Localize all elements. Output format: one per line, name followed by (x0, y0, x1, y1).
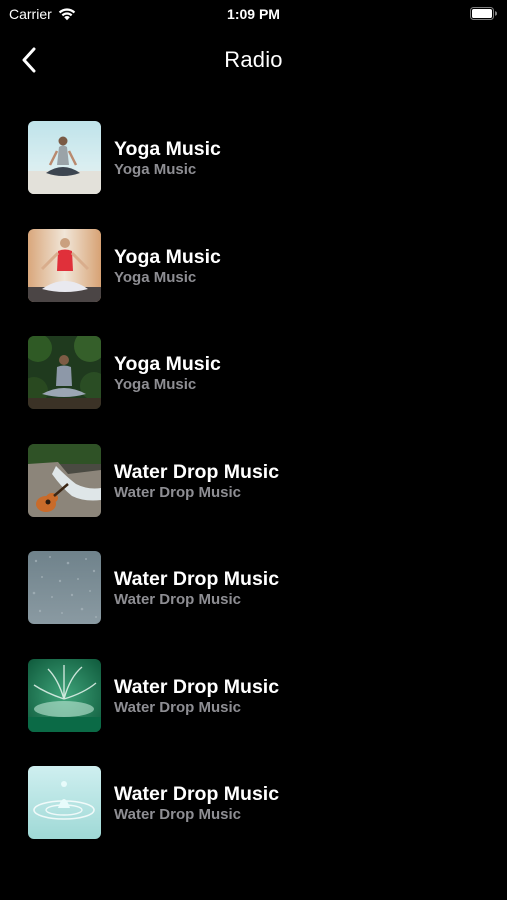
station-subtitle: Yoga Music (114, 268, 197, 286)
station-subtitle: Water Drop Music (114, 591, 241, 608)
station-thumbnail (28, 766, 101, 839)
station-text: Yoga Music Yoga Music (114, 245, 221, 287)
station-title: Yoga Music (114, 353, 221, 375)
station-text: Water Drop Music Water Drop Music (114, 782, 279, 824)
status-bar: Carrier 1:09 PM (0, 0, 507, 28)
station-item[interactable]: Water Drop Music Water Drop Music (0, 758, 507, 866)
rain-water-image (28, 551, 101, 624)
station-item[interactable]: Yoga Music Yoga Music (0, 113, 507, 221)
station-thumbnail (28, 551, 101, 624)
page-title: Radio (224, 47, 283, 72)
station-text: Water Drop Music Water Drop Music (114, 567, 279, 609)
station-title: Yoga Music (114, 245, 221, 268)
station-item[interactable]: Water Drop Music Water Drop Music (0, 651, 507, 759)
yoga-meditation-image (28, 336, 101, 409)
station-item[interactable]: Yoga Music Yoga Music (0, 221, 507, 329)
water-splash-image (28, 658, 101, 732)
station-title: Water Drop Music (114, 460, 280, 483)
stream-guitar-image (28, 443, 101, 517)
station-title: Yoga Music (114, 138, 221, 160)
station-text: Water Drop Music Water Drop Music (114, 460, 279, 502)
yoga-meditation-image (28, 121, 101, 194)
status-time: 1:09 PM (227, 6, 280, 22)
station-thumbnail (28, 121, 101, 194)
station-title: Water Drop Music (114, 675, 280, 698)
station-subtitle: Water Drop Music (114, 698, 241, 716)
station-thumbnail (28, 443, 101, 517)
station-subtitle: Yoga Music (114, 161, 197, 178)
station-title: Water Drop Music (114, 568, 280, 590)
station-text: Water Drop Music Water Drop Music (114, 675, 279, 717)
station-subtitle: Water Drop Music (114, 806, 241, 823)
station-item[interactable]: Water Drop Music Water Drop Music (0, 543, 507, 651)
station-thumbnail (28, 336, 101, 409)
battery-icon (470, 7, 497, 20)
yoga-meditation-image (28, 228, 101, 302)
station-subtitle: Water Drop Music (114, 483, 241, 501)
water-droplet-image (28, 766, 101, 839)
station-list: Yoga Music Yoga Music Yoga Music Yoga Mu… (0, 113, 507, 866)
station-thumbnail (28, 658, 101, 732)
station-text: Yoga Music Yoga Music (114, 137, 221, 179)
station-subtitle: Yoga Music (114, 376, 197, 393)
station-item[interactable]: Water Drop Music Water Drop Music (0, 436, 507, 544)
station-item[interactable]: Yoga Music Yoga Music (0, 328, 507, 436)
station-thumbnail (28, 228, 101, 302)
navigation-bar: Radio (0, 28, 507, 92)
station-text: Yoga Music Yoga Music (114, 352, 221, 394)
station-title: Water Drop Music (114, 783, 280, 805)
